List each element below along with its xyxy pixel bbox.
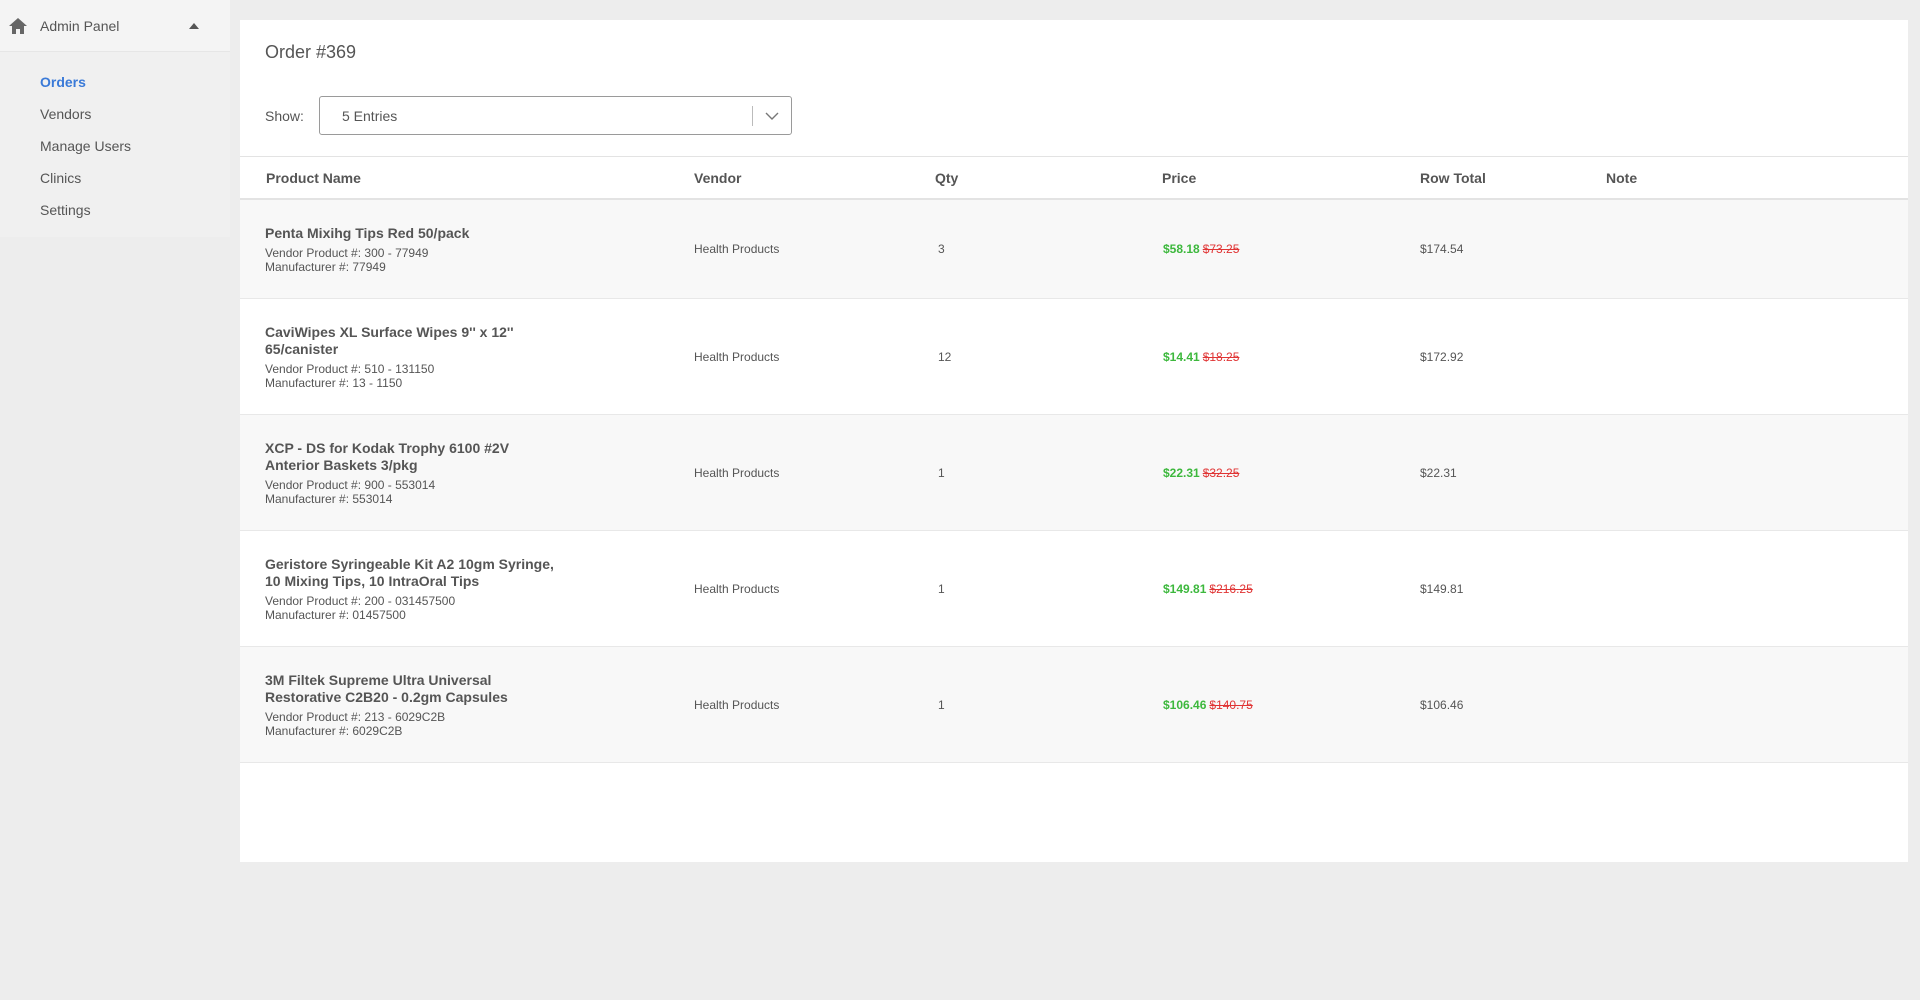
price-cell: $58.18 $73.25 [1162,242,1420,256]
vendor-cell: Health Products [694,581,780,596]
price-new: $14.41 [1163,349,1200,364]
column-header-qty[interactable]: Qty [935,170,1162,186]
vendor-cell: Health Products [694,349,780,364]
entries-select[interactable]: 5 Entries [319,96,792,135]
table-row[interactable]: CaviWipes XL Surface Wipes 9'' x 12'' 65… [240,299,1908,415]
column-header-product-name[interactable]: Product Name [240,170,694,186]
vendor-product-number: Vendor Product #: 510 - 131150 [265,361,435,376]
price-new: $22.31 [1163,465,1200,480]
manufacturer-number: Manufacturer #: 13 - 1150 [265,375,403,390]
order-panel: Order #369 Show: 5 Entries Product Name … [240,20,1908,862]
row-total-cell: $172.92 [1420,349,1464,364]
qty-cell: 3 [938,242,945,256]
vendor-cell: Health Products [694,242,780,256]
price-cell: $22.31 $32.25 [1162,466,1420,480]
qty-cell: 12 [938,349,952,364]
row-total-cell: $174.54 [1420,242,1464,256]
row-total-cell: $106.46 [1420,697,1464,712]
table-row[interactable]: 3M Filtek Supreme Ultra Universal Restor… [240,647,1908,763]
admin-panel-title: Admin Panel [40,17,120,34]
manufacturer-number: Manufacturer #: 01457500 [265,607,406,622]
manufacturer-number: Manufacturer #: 77949 [265,259,386,274]
product-cell: 3M Filtek Supreme Ultra Universal Restor… [240,672,694,738]
vendor-product-number: Vendor Product #: 213 - 6029C2B [265,709,446,724]
price-old: $32.25 [1202,465,1240,480]
entries-select-value: 5 Entries [342,107,398,124]
product-cell: XCP - DS for Kodak Trophy 6100 #2V Anter… [240,440,694,506]
table-row[interactable]: XCP - DS for Kodak Trophy 6100 #2V Anter… [240,415,1908,531]
vendor-cell: Health Products [694,697,780,712]
admin-panel-header[interactable]: Admin Panel [0,0,230,52]
product-name: 3M Filtek Supreme Ultra Universal Restor… [265,671,508,705]
product-name: Geristore Syringeable Kit A2 10gm Syring… [265,555,554,589]
qty-cell: 1 [938,581,945,596]
manufacturer-number: Manufacturer #: 553014 [265,491,393,506]
column-header-note[interactable]: Note [1606,170,1806,186]
product-cell: CaviWipes XL Surface Wipes 9'' x 12'' 65… [240,324,694,390]
qty-cell: 1 [938,465,945,480]
table-row[interactable]: Geristore Syringeable Kit A2 10gm Syring… [240,531,1908,647]
price-new: $106.46 [1163,697,1207,712]
vendor-product-number: Vendor Product #: 200 - 031457500 [265,593,456,608]
price-old: $140.75 [1209,697,1253,712]
row-total-cell: $22.31 [1420,465,1457,480]
table-header: Product Name Vendor Qty Price Row Total … [240,156,1908,200]
price-cell: $14.41 $18.25 [1162,350,1420,364]
column-header-vendor[interactable]: Vendor [694,170,935,186]
manufacturer-number: Manufacturer #: 6029C2B [265,723,403,738]
price-old: $18.25 [1202,349,1240,364]
product-cell: Penta Mixihg Tips Red 50/pack Vendor Pro… [240,225,694,274]
column-header-price[interactable]: Price [1162,170,1420,186]
column-header-row-total[interactable]: Row Total [1420,170,1606,186]
sidebar-background [0,237,230,1000]
sidebar-nav: Orders Vendors Manage Users Clinics Sett… [0,52,230,240]
sidebar-item-manage-users[interactable]: Manage Users [0,130,230,162]
sidebar: Admin Panel Orders Vendors Manage Users … [0,0,230,1000]
qty-cell: 1 [938,697,945,712]
product-name: CaviWipes XL Surface Wipes 9'' x 12'' 65… [265,323,514,357]
price-cell: $106.46 $140.75 [1162,698,1420,712]
vendor-cell: Health Products [694,465,780,480]
price-new: $58.18 [1163,242,1200,256]
table-row[interactable]: Penta Mixihg Tips Red 50/pack Vendor Pro… [240,200,1908,299]
page-title: Order #369 [265,42,357,62]
price-new: $149.81 [1163,581,1207,596]
show-label: Show: [265,107,304,124]
caret-up-icon[interactable] [184,16,204,36]
table-body: Penta Mixihg Tips Red 50/pack Vendor Pro… [240,200,1908,763]
chevron-down-icon[interactable] [753,97,791,134]
product-name: Penta Mixihg Tips Red 50/pack [265,224,470,241]
price-old: $73.25 [1202,242,1240,256]
sidebar-item-orders[interactable]: Orders [0,66,230,98]
price-cell: $149.81 $216.25 [1162,582,1420,596]
vendor-product-number: Vendor Product #: 300 - 77949 [265,245,429,260]
sidebar-item-clinics[interactable]: Clinics [0,162,230,194]
product-cell: Geristore Syringeable Kit A2 10gm Syring… [240,556,694,622]
order-items-table: Product Name Vendor Qty Price Row Total … [240,156,1908,763]
home-icon[interactable] [8,16,28,36]
price-old: $216.25 [1209,581,1253,596]
vendor-product-number: Vendor Product #: 900 - 553014 [265,477,436,492]
show-entries-row: Show: 5 Entries [265,96,792,135]
product-name: XCP - DS for Kodak Trophy 6100 #2V Anter… [265,439,510,473]
row-total-cell: $149.81 [1420,581,1464,596]
sidebar-item-vendors[interactable]: Vendors [0,98,230,130]
sidebar-item-settings[interactable]: Settings [0,194,230,226]
